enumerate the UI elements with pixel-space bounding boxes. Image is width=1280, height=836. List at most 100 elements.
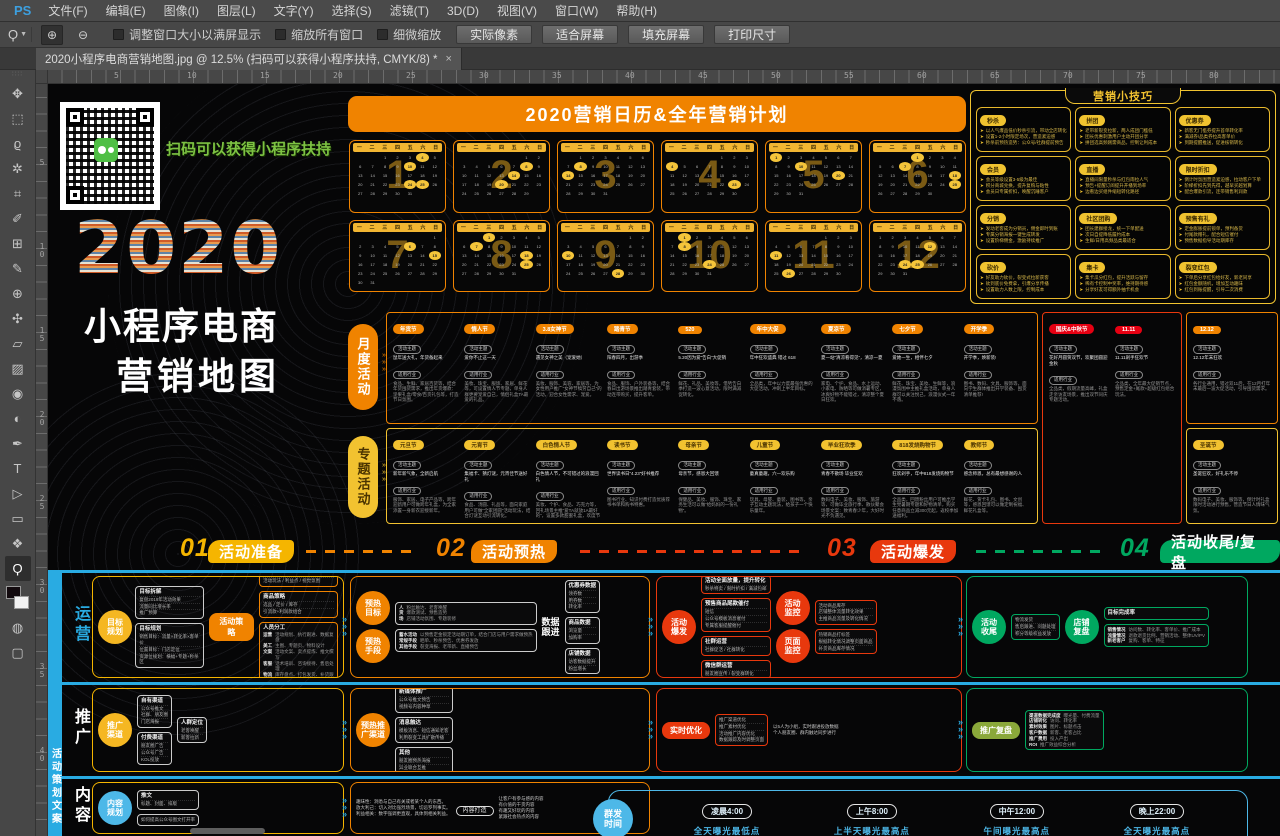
- dodge-tool[interactable]: ◐: [5, 406, 31, 431]
- calendar-day: 2: [533, 153, 545, 162]
- menu-item[interactable]: 文件(F): [39, 1, 96, 21]
- close-tab-icon[interactable]: ×: [446, 53, 452, 65]
- ruler-horizontal[interactable]: 5101520253035404550556065707580: [48, 70, 1280, 84]
- zoom-tool-preset[interactable]: Ϙ▼: [8, 27, 32, 42]
- calendar-day: 9: [495, 242, 507, 251]
- zoom-out-button[interactable]: ⊖: [72, 25, 94, 45]
- shape-tool[interactable]: ▭: [5, 506, 31, 531]
- theme-pill: 活动主题: [536, 453, 603, 471]
- special-card: 元旦节活动主题新年新气象，全新启航适用行业服饰、家居、电子产品等，跨年迎新用户可…: [393, 434, 460, 518]
- calendar-day: 6: [637, 153, 649, 162]
- option-checkbox[interactable]: 细微缩放: [377, 26, 441, 43]
- option-button[interactable]: 适合屏幕: [542, 25, 618, 44]
- zoom-tool[interactable]: Ϙ: [5, 556, 31, 581]
- december-card: 12.12活动主题12.12年末狂欢适用行业各行业通用，错过双11后，在12月打…: [1186, 312, 1278, 424]
- menu-item[interactable]: 帮助(H): [607, 1, 666, 21]
- option-button[interactable]: 实际像素: [456, 25, 532, 44]
- divider-line: [62, 682, 1280, 685]
- flow-text-line: 个人朋友圈、群内触达同步进行: [773, 730, 839, 736]
- special-card: 教师节活动主题感念师恩，总有最想感谢的人适用行业鲜花、贺卡礼包、图书、文创等，感…: [964, 434, 1031, 518]
- calendar-month-card: 一二三四五六日912345678910111213141516171819202…: [557, 220, 654, 293]
- zoom-in-button[interactable]: ⊕: [41, 25, 63, 45]
- menu-item[interactable]: 窗口(W): [546, 1, 607, 21]
- theme-pill: 活动主题: [393, 337, 460, 355]
- clone-stamp-tool[interactable]: ⊕: [5, 281, 31, 306]
- option-button[interactable]: 填充屏幕: [628, 25, 704, 44]
- path-select-tool[interactable]: ▷: [5, 481, 31, 506]
- calendar-day: 22: [520, 180, 532, 189]
- quick-mask-button[interactable]: ◍: [5, 615, 31, 640]
- calendar-day: 5: [429, 153, 441, 162]
- healing-brush-tool[interactable]: ⊞: [5, 231, 31, 256]
- calendar-day: 4: [379, 242, 391, 251]
- menu-item[interactable]: 视图(V): [488, 1, 546, 21]
- checkbox-icon[interactable]: [275, 29, 286, 40]
- calendar-day: 15: [911, 171, 923, 180]
- menu-item[interactable]: 3D(D): [438, 1, 488, 21]
- menu-item[interactable]: 图层(L): [208, 1, 265, 21]
- flow-box-row: 新客拉新: [181, 734, 203, 741]
- industry-text: 美妆、个护、食品、巧克力等，回礼场景主推“爱TA就放1A最好的”，设置多款甜蜜礼…: [536, 502, 603, 518]
- lasso-tool[interactable]: ϱ: [5, 131, 31, 156]
- document-canvas[interactable]: 扫码可以获得小程序扶持 2020 小程序电商 营销地图 2020营销日历&全年营…: [48, 84, 1280, 836]
- calendar-month-card: 一二三四五六日812345678910111213141516171819202…: [453, 220, 550, 293]
- history-brush-tool[interactable]: ✣: [5, 306, 31, 331]
- flow-box-row: 秒杀特卖 / 限时折扣 / 满减包邮: [705, 585, 767, 592]
- ruler-tick-label: 50: [771, 71, 781, 80]
- option-checkbox[interactable]: 调整窗口大小以满屏显示: [113, 26, 261, 43]
- gradient-tool[interactable]: ▨: [5, 356, 31, 381]
- calendar-day: 14: [416, 251, 428, 260]
- flow-node-circle: 活动收尾: [972, 610, 1006, 644]
- calendar-day: 21: [845, 171, 857, 180]
- option-checkbox[interactable]: 缩放所有窗口: [275, 26, 363, 43]
- flow-box: 人群定位老客唤醒新客拉新: [177, 717, 207, 744]
- eraser-tool[interactable]: ▱: [5, 331, 31, 356]
- blur-tool[interactable]: ◉: [5, 381, 31, 406]
- background-color-swatch[interactable]: [14, 596, 29, 609]
- calendar-day: 2: [637, 233, 649, 242]
- brush-tool[interactable]: ✎: [5, 256, 31, 281]
- panel-grip-icon[interactable]: ∷∷: [12, 71, 23, 79]
- chevron-down-icon: ▼: [20, 31, 27, 38]
- calendar-day: 25: [770, 269, 782, 278]
- crop-tool[interactable]: ⌗: [5, 181, 31, 206]
- weekday-label: 一: [669, 144, 674, 151]
- horizontal-scrollbar-thumb[interactable]: [190, 828, 265, 834]
- menu-item[interactable]: 编辑(E): [97, 1, 155, 21]
- menu-item[interactable]: 滤镜(T): [381, 1, 438, 21]
- menu-item[interactable]: 图像(I): [155, 1, 208, 21]
- pen-tool[interactable]: ✒: [5, 431, 31, 456]
- screen-mode-button[interactable]: ▢: [5, 640, 31, 665]
- broadcast-time-node: 群发时间: [593, 799, 633, 836]
- calendar-day: 18: [949, 171, 961, 180]
- checkbox-icon[interactable]: [113, 29, 124, 40]
- ruler-vertical[interactable]: 510152025303540: [36, 84, 48, 836]
- color-swatches[interactable]: [5, 585, 31, 615]
- calendar-day: 11: [470, 171, 482, 180]
- holiday-label: 毕业狂欢季: [821, 440, 863, 450]
- calendar-day: 28: [949, 260, 961, 269]
- flow-node-circle: 目标规划: [98, 610, 132, 644]
- flow-kv-row: ROI推广效益综合分析: [1029, 742, 1100, 748]
- checkbox-icon[interactable]: [377, 29, 388, 40]
- calendar-days: 1234567891011121314151617181920212223242…: [766, 232, 861, 279]
- red-card: 11.11活动主题11.11剁手狂欢节适用行业全品类，全年最大促销节点，预售定金…: [1115, 318, 1175, 518]
- document-tab[interactable]: 2020小程序电商营销地图.jpg @ 12.5% (扫码可以获得小程序扶持, …: [36, 48, 462, 70]
- hand-tool[interactable]: ❖: [5, 531, 31, 556]
- industry-text: 全品类，假期流量高峰，礼盒走亲访友场景，推出双节同庆专题活动。: [1049, 386, 1109, 403]
- move-tool[interactable]: ✥: [5, 81, 31, 106]
- magic-wand-tool[interactable]: ✲: [5, 156, 31, 181]
- calendar-day: 8: [574, 162, 586, 171]
- theme-text: 圣诞狂欢，好礼乐不停: [1193, 471, 1271, 477]
- industry-pill: 适用行业: [964, 363, 1031, 381]
- menu-item[interactable]: 文字(Y): [265, 1, 323, 21]
- flow-node-circle: 预热推广渠道: [356, 713, 390, 747]
- eyedropper-tool[interactable]: ✐: [5, 206, 31, 231]
- calendar-day: 17: [703, 251, 715, 260]
- holiday-label: 元宵节: [464, 440, 495, 450]
- menu-item[interactable]: 选择(S): [323, 1, 381, 21]
- type-tool[interactable]: T: [5, 456, 31, 481]
- calendar-day: 24: [508, 260, 520, 269]
- option-button[interactable]: 打印尺寸: [714, 25, 790, 44]
- marquee-tool[interactable]: ⬚: [5, 106, 31, 131]
